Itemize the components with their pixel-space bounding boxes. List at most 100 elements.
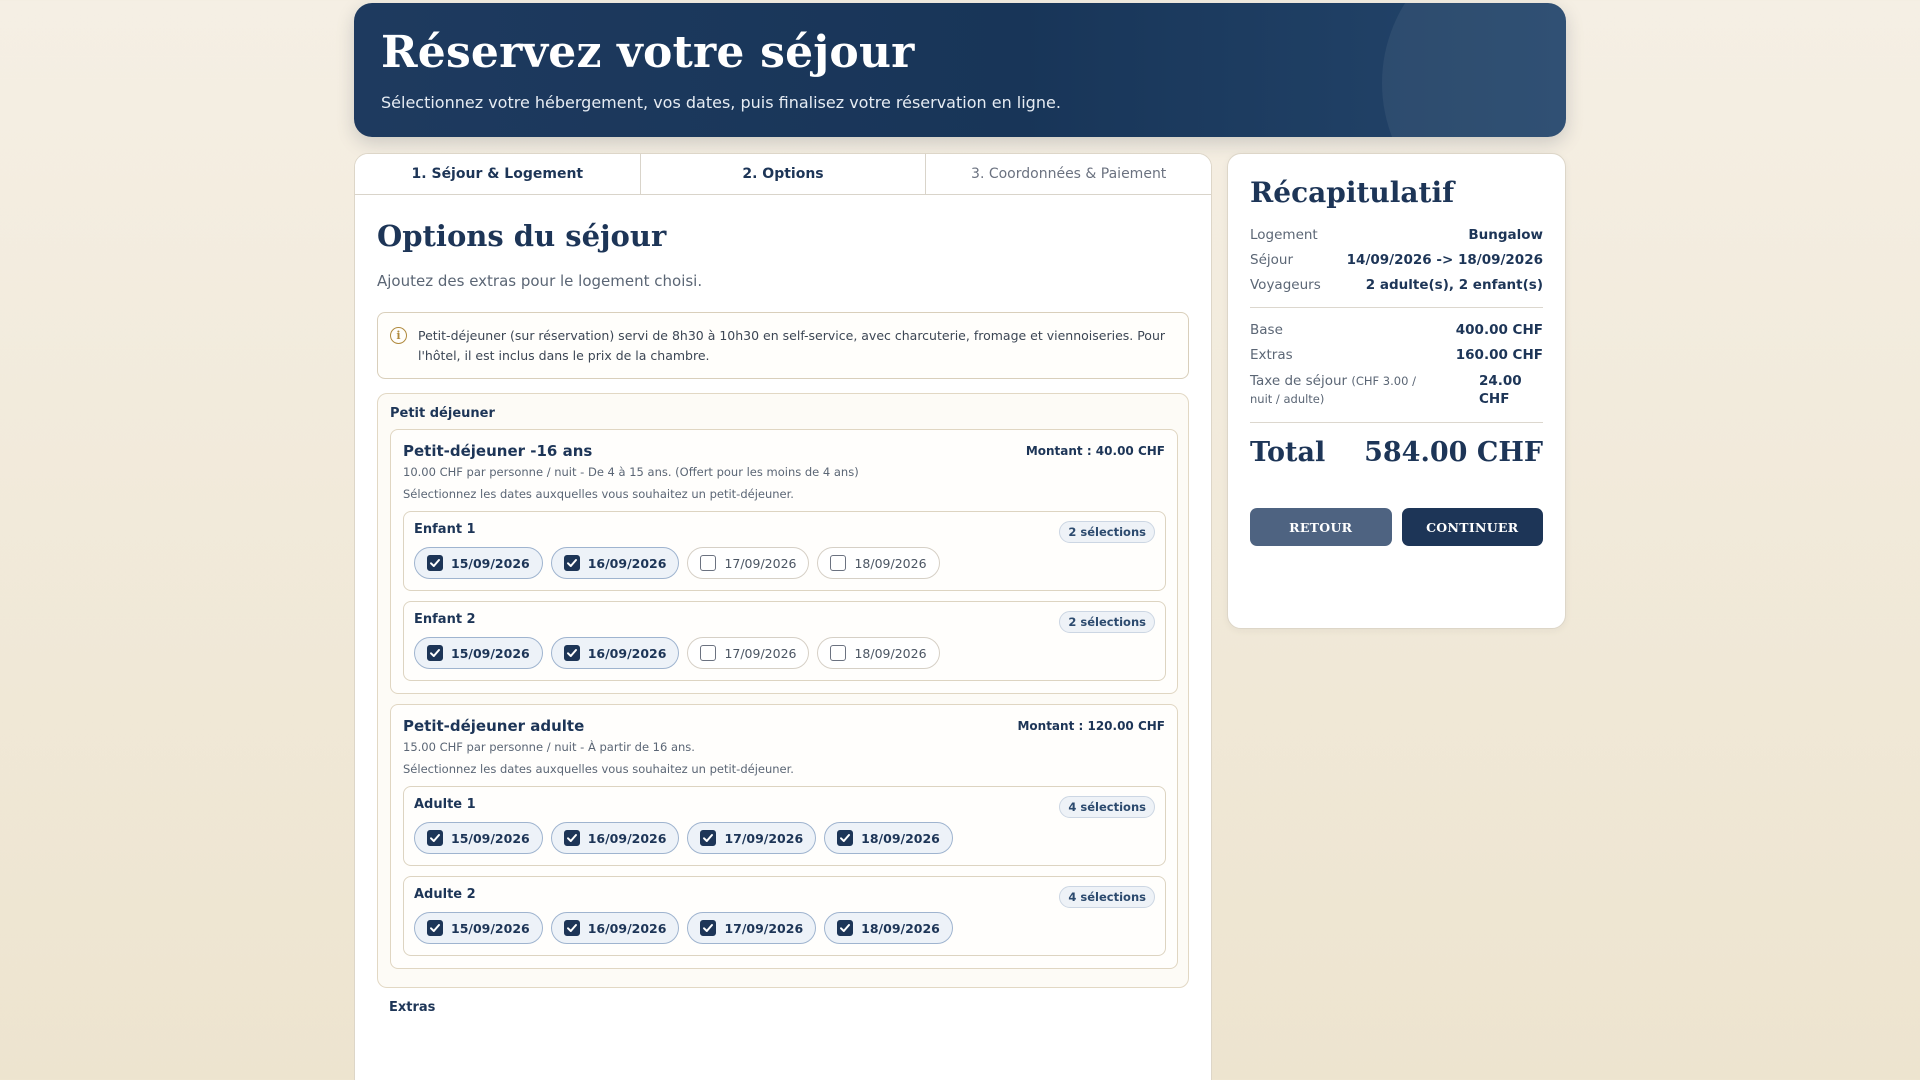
date-chip-list: 15/09/2026 16/09/2026 17/09/2026 18/09/2026 — [414, 912, 1155, 944]
date-label: 15/09/2026 — [451, 830, 530, 846]
date-checkbox-chip[interactable]: 17/09/2026 — [687, 822, 817, 854]
date-checkbox-chip[interactable]: 18/09/2026 — [817, 547, 940, 579]
person-name: Enfant 2 — [414, 612, 476, 627]
checkbox-checked-icon[interactable] — [700, 920, 717, 936]
summary-row-extras: Extras 160.00 CHF — [1250, 347, 1543, 363]
date-label: 15/09/2026 — [451, 555, 530, 571]
checkbox-empty-icon[interactable] — [700, 645, 717, 661]
checkbox-empty-icon[interactable] — [700, 555, 717, 571]
date-label: 15/09/2026 — [451, 645, 530, 661]
date-checkbox-chip[interactable]: 15/09/2026 — [414, 822, 543, 854]
total-value: 584.00 CHF — [1364, 437, 1543, 468]
section-title: Petit déjeuner — [390, 406, 495, 421]
summary-total: Total 584.00 CHF — [1250, 437, 1543, 468]
summary-title: Récapitulatif — [1250, 176, 1455, 209]
checkbox-checked-icon[interactable] — [837, 920, 854, 936]
summary-actions: RETOUR CONTINUER — [1250, 508, 1543, 546]
summary-value: 400.00 CHF — [1455, 322, 1543, 338]
checkbox-empty-icon[interactable] — [830, 555, 847, 571]
summary-row-logement: Logement Bungalow — [1250, 227, 1543, 243]
extras-title: Extras — [389, 1000, 436, 1015]
date-checkbox-chip[interactable]: 18/09/2026 — [824, 912, 953, 944]
taxe-label: Taxe de séjour — [1250, 373, 1348, 389]
selection-count-badge: 4 sélections — [1059, 886, 1155, 908]
section-heading: Options du séjour — [377, 219, 667, 253]
checkbox-checked-icon[interactable] — [563, 555, 580, 571]
tab-coordonnees-paiement[interactable]: 3. Coordonnées & Paiement — [926, 154, 1211, 194]
selection-count-badge: 2 sélections — [1059, 611, 1155, 633]
section-subtitle: Ajoutez des extras pour le logement choi… — [377, 272, 703, 290]
date-checkbox-chip[interactable]: 17/09/2026 — [687, 547, 810, 579]
page-title: Réservez votre séjour — [381, 27, 915, 78]
summary-label: Logement — [1250, 227, 1318, 243]
summary-row-taxe: Taxe de séjour (CHF 3.00 / nuit / adulte… — [1250, 372, 1543, 408]
date-label: 17/09/2026 — [724, 920, 804, 936]
breakfast-section: Petit déjeuner Petit-déjeuner -16 ans Mon… — [377, 393, 1189, 988]
checkbox-checked-icon[interactable] — [427, 830, 443, 846]
page-wrapper: Réservez votre séjour Sélectionnez votre… — [354, 3, 1566, 1080]
date-checkbox-chip[interactable]: 17/09/2026 — [687, 912, 817, 944]
continue-button[interactable]: CONTINUER — [1401, 508, 1543, 546]
date-checkbox-chip[interactable]: 16/09/2026 — [550, 637, 680, 669]
tab-options[interactable]: 2. Options — [640, 154, 927, 194]
date-label: 16/09/2026 — [587, 920, 667, 936]
person-block: Enfant 1 2 sélections 15/09/2026 16/09/2026… — [403, 511, 1166, 591]
product-description: 10.00 CHF par personne / nuit - De 4 à 1… — [403, 465, 859, 479]
checkbox-empty-icon[interactable] — [830, 645, 847, 661]
summary-row-voyageurs: Voyageurs 2 adulte(s), 2 enfant(s) — [1250, 277, 1543, 293]
summary-value: Bungalow — [1468, 227, 1543, 243]
date-label: 18/09/2026 — [854, 645, 927, 661]
date-label: 16/09/2026 — [587, 645, 667, 661]
date-checkbox-chip[interactable]: 15/09/2026 — [414, 637, 543, 669]
date-checkbox-chip[interactable]: 18/09/2026 — [824, 822, 953, 854]
date-checkbox-chip[interactable]: 17/09/2026 — [687, 637, 810, 669]
checkbox-checked-icon[interactable] — [563, 645, 580, 661]
header-banner: Réservez votre séjour Sélectionnez votre… — [354, 3, 1566, 137]
total-label: Total — [1250, 437, 1326, 468]
person-name: Adulte 1 — [414, 797, 476, 812]
person-block: Enfant 2 2 sélections 15/09/2026 16/09/2026… — [403, 601, 1166, 681]
options-card: 1. Séjour & Logement 2. Options 3. Coord… — [354, 153, 1212, 1080]
date-checkbox-chip[interactable]: 18/09/2026 — [817, 637, 940, 669]
checkbox-checked-icon[interactable] — [563, 830, 580, 846]
product-hint: Sélectionnez les dates auxquelles vous s… — [403, 487, 794, 501]
checkbox-checked-icon[interactable] — [837, 830, 854, 846]
date-label: 17/09/2026 — [724, 555, 797, 571]
date-label: 18/09/2026 — [861, 830, 940, 846]
person-block: Adulte 1 4 sélections 15/09/2026 16/09/2026… — [403, 786, 1166, 866]
page-subtitle: Sélectionnez votre hébergement, vos date… — [381, 93, 1061, 112]
checkbox-checked-icon[interactable] — [700, 830, 717, 846]
selection-count-badge: 4 sélections — [1059, 796, 1155, 818]
date-chip-list: 15/09/2026 16/09/2026 17/09/2026 18/09/2026 — [414, 637, 1155, 669]
step-tabs: 1. Séjour & Logement 2. Options 3. Coord… — [355, 154, 1211, 195]
date-label: 16/09/2026 — [587, 555, 667, 571]
date-checkbox-chip[interactable]: 15/09/2026 — [414, 547, 543, 579]
back-button[interactable]: RETOUR — [1250, 508, 1392, 546]
checkbox-checked-icon[interactable] — [427, 920, 443, 936]
date-checkbox-chip[interactable]: 16/09/2026 — [550, 912, 680, 944]
summary-label: Séjour — [1250, 252, 1293, 268]
info-box: i Petit-déjeuner (sur réservation) servi… — [377, 312, 1189, 379]
checkbox-checked-icon[interactable] — [427, 555, 443, 571]
checkbox-checked-icon[interactable] — [563, 920, 580, 936]
product-description: 15.00 CHF par personne / nuit - À partir… — [403, 740, 695, 754]
checkbox-checked-icon[interactable] — [427, 645, 443, 661]
breakfast-product: Petit-déjeuner adulte Montant : 120.00 CH… — [390, 704, 1178, 969]
date-chip-list: 15/09/2026 16/09/2026 17/09/2026 18/09/2026 — [414, 547, 1155, 579]
date-checkbox-chip[interactable]: 16/09/2026 — [550, 822, 680, 854]
summary-card: Récapitulatif Logement Bungalow Séjour 1… — [1227, 153, 1566, 629]
product-amount: Montant : 40.00 CHF — [1025, 444, 1165, 458]
date-checkbox-chip[interactable]: 15/09/2026 — [414, 912, 543, 944]
date-checkbox-chip[interactable]: 16/09/2026 — [550, 547, 680, 579]
summary-label: Voyageurs — [1250, 277, 1321, 293]
product-hint: Sélectionnez les dates auxquelles vous s… — [403, 762, 794, 776]
summary-value: 24.00 CHF — [1479, 373, 1522, 407]
summary-row-sejour: Séjour 14/09/2026 -> 18/09/2026 — [1250, 252, 1543, 268]
person-block: Adulte 2 4 sélections 15/09/2026 16/09/2026… — [403, 876, 1166, 956]
breakfast-product: Petit-déjeuner -16 ans Montant : 40.00 CH… — [390, 429, 1178, 694]
date-label: 18/09/2026 — [861, 920, 940, 936]
date-chip-list: 15/09/2026 16/09/2026 17/09/2026 18/09/2026 — [414, 822, 1155, 854]
tab-sejour-logement[interactable]: 1. Séjour & Logement — [355, 154, 641, 194]
person-name: Enfant 1 — [414, 522, 476, 537]
info-text: Petit-déjeuner (sur réservation) servi d… — [418, 328, 1166, 363]
